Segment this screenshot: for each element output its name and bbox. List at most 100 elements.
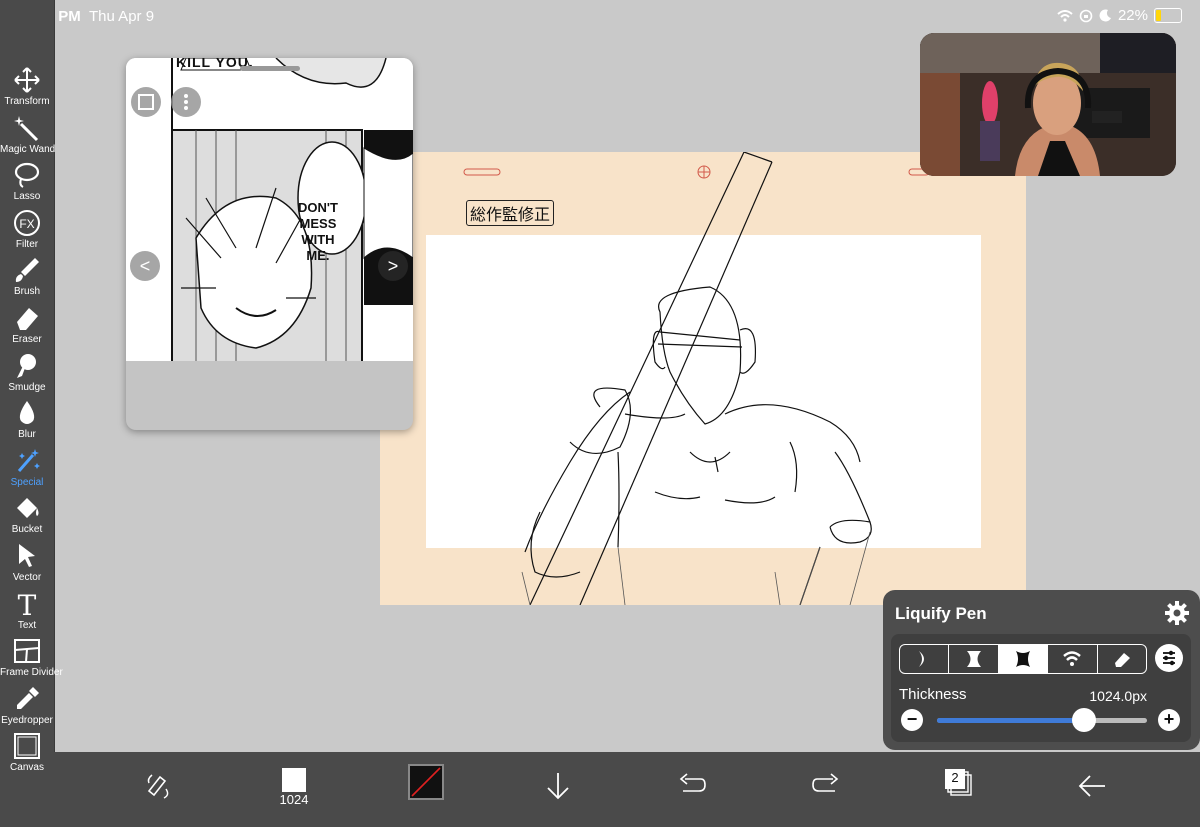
tool-label: Canvas <box>10 762 44 774</box>
tool-text[interactable]: T Text <box>0 590 54 636</box>
tool-label: Brush <box>13 286 41 298</box>
tool-label: Blur <box>18 429 36 441</box>
tool-blur[interactable]: Blur <box>0 399 54 445</box>
liquify-panel: Liquify Pen Thickness 1024.0px − + <box>883 590 1200 750</box>
color-swatch-icon <box>411 767 441 797</box>
tool-label: Filter <box>15 238 39 250</box>
manga-panel <box>126 58 413 371</box>
svg-text:T: T <box>18 590 37 618</box>
decrease-thickness-button[interactable]: − <box>901 709 923 731</box>
twirl-icon <box>1063 651 1082 666</box>
battery-percent: 22% <box>1117 7 1148 24</box>
slider-knob[interactable] <box>1072 708 1096 732</box>
swap-tool-icon <box>147 774 169 799</box>
drag-handle[interactable] <box>240 66 300 71</box>
tool-bucket[interactable]: Bucket <box>0 494 54 540</box>
lasso-icon <box>14 163 40 189</box>
smudge-icon <box>17 353 36 378</box>
layer-count: 2 <box>951 770 959 785</box>
blur-drop-icon <box>19 401 35 425</box>
transform-icon <box>14 67 40 93</box>
tool-eraser[interactable]: Eraser <box>0 304 54 350</box>
thickness-label: Thickness <box>899 686 967 703</box>
layers-button[interactable]: 2 <box>944 768 974 798</box>
pinch-icon <box>966 651 981 667</box>
tool-label: Eyedropper <box>1 714 53 726</box>
square-icon <box>138 94 154 110</box>
sliders-icon <box>1163 650 1175 666</box>
tool-canvas[interactable]: Canvas <box>0 732 54 778</box>
arrow-down-icon <box>547 773 569 800</box>
mode-expand[interactable] <box>998 645 1049 673</box>
battery-icon <box>1154 8 1182 23</box>
webcam-image <box>920 33 1176 176</box>
plus-icon: + <box>1163 709 1175 729</box>
webcam-overlay <box>920 33 1176 176</box>
tool-vector[interactable]: Vector <box>0 542 54 588</box>
bucket-icon <box>17 498 39 519</box>
wifi-icon <box>1057 9 1073 22</box>
next-image-button[interactable]: > <box>378 251 408 281</box>
brush-eraser-swap-button[interactable] <box>139 766 179 806</box>
speech-bubble: DON'T MESS WITH ME. <box>298 200 338 263</box>
bottom-bar: 1024 2 <box>54 752 1200 827</box>
tool-filter[interactable]: FX Filter <box>0 209 54 255</box>
liquify-options-button[interactable] <box>1155 644 1183 672</box>
thickness-value: 1024.0px <box>1089 688 1147 704</box>
special-wand-icon <box>17 448 40 472</box>
tool-label: Text <box>17 619 37 631</box>
mode-restore[interactable] <box>1098 645 1146 673</box>
restore-eraser-icon <box>1114 653 1130 667</box>
undo-icon <box>679 773 706 792</box>
vector-arrow-icon <box>19 544 35 567</box>
rotation-lock-icon <box>1079 9 1093 22</box>
brush-icon <box>15 258 39 283</box>
sketch-drawing <box>463 152 930 605</box>
back-button[interactable] <box>1072 766 1112 806</box>
tool-magic-wand[interactable]: Magic Wand <box>0 114 56 160</box>
settings-button[interactable] <box>1164 600 1190 631</box>
redo-button[interactable] <box>806 766 846 806</box>
more-dots-icon <box>184 94 188 110</box>
date: Thu Apr 9 <box>89 8 155 25</box>
increase-thickness-button[interactable]: + <box>1158 709 1180 731</box>
mode-pinch[interactable] <box>949 645 999 673</box>
tool-special[interactable]: Special <box>0 447 54 493</box>
tool-smudge[interactable]: Smudge <box>0 352 54 398</box>
brush-size-button[interactable]: 1024 <box>274 766 314 808</box>
redo-icon <box>812 773 839 792</box>
tool-label: Vector <box>12 572 42 583</box>
tool-frame-divider[interactable]: Frame Divider <box>0 637 63 683</box>
tool-lasso[interactable]: Lasso <box>0 161 54 207</box>
tool-label: Eraser <box>12 334 42 345</box>
liquify-mode-selector[interactable] <box>899 644 1147 674</box>
magic-wand-icon <box>14 115 39 141</box>
panel-title: Liquify Pen <box>895 604 987 623</box>
more-button[interactable] <box>171 87 201 117</box>
tool-label: Magic Wand <box>0 143 56 155</box>
reference-window[interactable]: KILL YOU. DON'T MESS WITH ME. < > <box>126 58 413 430</box>
canvas-icon <box>14 733 40 760</box>
mode-twirl[interactable] <box>1048 645 1098 673</box>
mode-push[interactable] <box>900 645 950 673</box>
push-icon <box>919 651 925 667</box>
eyedropper-icon <box>17 686 39 709</box>
tool-brush[interactable]: Brush <box>0 256 54 302</box>
undo-button[interactable] <box>672 766 712 806</box>
tool-label: Smudge <box>8 381 46 393</box>
fullscreen-button[interactable] <box>131 87 161 117</box>
download-button[interactable] <box>538 766 578 806</box>
expand-icon <box>1016 651 1031 667</box>
liquify-controls: Thickness 1024.0px − + <box>891 634 1191 742</box>
tool-transform[interactable]: Transform <box>0 66 54 112</box>
prev-image-button[interactable]: < <box>130 251 160 281</box>
tool-bar: Transform Magic Wand Lasso FX Filter Brush Era… <box>0 0 63 827</box>
tool-eyedropper[interactable]: Eyedropper <box>0 685 54 731</box>
thickness-slider[interactable] <box>937 708 1147 732</box>
reference-image[interactable]: KILL YOU. DON'T MESS WITH ME. <box>126 58 413 371</box>
tool-label: Bucket <box>11 524 43 536</box>
tool-label: Lasso <box>13 191 41 203</box>
tool-label: Frame Divider <box>0 667 63 679</box>
color-button[interactable] <box>408 764 444 800</box>
chevron-left-icon: < <box>139 256 151 276</box>
